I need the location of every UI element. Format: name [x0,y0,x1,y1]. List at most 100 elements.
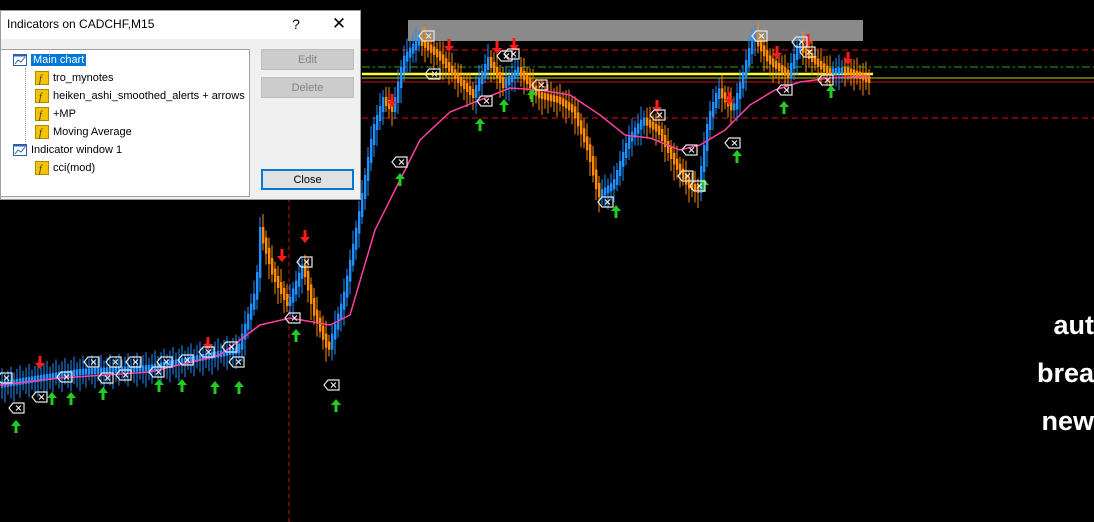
close-button[interactable]: Close [261,169,354,190]
candle-body [688,178,691,189]
candle-body [709,111,712,130]
candle-body [661,129,664,141]
candle-body [436,49,439,58]
candle-body [286,294,289,306]
tree-item-moving-average[interactable]: f Moving Average [35,124,132,140]
candle-body [613,179,616,190]
buy-arrow-icon [234,381,244,394]
tree-item-main-chart[interactable]: Main chart [13,52,87,68]
candle-body [523,70,526,81]
candle-body [430,44,433,53]
candle-body [658,125,661,135]
candle-body [76,369,79,376]
candle-body [655,123,658,132]
buy-arrow-icon [291,329,301,342]
tree-connector [25,68,27,142]
tree-item-tro-mynotes[interactable]: f tro_mynotes [35,70,114,86]
tree-item-heiken-ashi-smoothed-alerts-arrows[interactable]: f heiken_ashi_smoothed_alerts + arrows [35,88,245,104]
candle-body [262,227,265,244]
candle-body [349,259,352,282]
candle-body [769,55,772,65]
buy-arrow-icon [154,379,164,392]
candle-body [559,96,562,105]
candle-body [394,97,397,112]
indicator-tree[interactable]: Main chart f tro_mynotes f heiken_ashi_smoot… [0,49,250,197]
candle-body [844,67,847,74]
candle-body [382,97,385,112]
candle-body [571,104,574,113]
candle-body [706,124,709,151]
candle-body [298,272,301,287]
candle-body [649,119,652,128]
candle-body [457,73,460,83]
tree-item-indicator-window-1[interactable]: Indicator window 1 [13,142,122,158]
candle-body [505,79,508,88]
chart-window-icon [13,53,27,67]
candle-body [742,72,745,89]
candle-body [826,65,829,75]
buy-arrow-icon [826,85,836,98]
candle-body [316,309,319,324]
candle-body [853,69,856,77]
chart-window-icon [13,143,27,157]
candle-body [238,343,241,354]
candle-body [835,67,838,75]
candle-body [361,193,364,217]
candle-body [595,169,598,189]
exit-marker-icon [323,379,340,391]
candle-body [820,61,823,70]
candle-body [142,365,145,372]
candle-body [334,323,337,340]
candle-body [379,106,382,121]
overlay-text-line-3: new [1041,406,1094,436]
edit-button[interactable]: Edit [261,49,354,70]
candle-body [319,317,322,332]
candle-body [385,97,388,106]
candle-body [127,366,130,373]
buy-arrow-icon [475,118,485,131]
delete-button[interactable]: Delete [261,77,354,98]
candle-body [463,80,466,89]
candle-body [526,74,529,85]
candle-body [682,168,685,180]
candle-body [694,184,697,192]
candle-body [403,55,406,73]
tree-item-cci-mod-[interactable]: f cci(mod) [35,160,95,176]
dialog-title: Indicators on CADCHF,M15 [7,17,155,31]
candle-body [580,120,583,135]
candle-body [481,71,484,84]
candle-body [859,71,862,79]
tree-item-label: +MP [53,108,76,120]
candle-body [343,291,346,310]
help-button[interactable]: ? [286,14,306,34]
dialog-titlebar: Indicators on CADCHF,M15 ? ✕ [1,11,360,39]
candle-body [250,303,253,320]
buy-arrow-icon [66,392,76,405]
tree-item--mp[interactable]: f +MP [35,106,76,122]
candle-body [448,62,451,72]
candle-body [490,57,493,68]
candle-body [445,58,448,68]
candle-body [733,103,736,111]
candle-body [544,93,547,100]
candle-body [280,282,283,294]
candle-body [622,152,625,167]
candle-body [313,298,316,316]
candle-body [589,144,592,162]
candle-body [790,63,793,78]
tree-item-label: tro_mynotes [53,72,114,84]
buy-arrow-icon [98,387,108,400]
buy-arrow-icon [11,420,21,433]
candle-body [823,63,826,72]
candle-body [271,258,274,275]
candle-body [604,187,607,196]
candle-body [670,147,673,159]
candle-body [406,51,409,62]
candle-body [850,68,853,76]
candle-body [784,67,787,76]
candle-body [91,368,94,375]
candle-body [355,227,358,250]
candle-body [268,247,271,265]
candle-body [607,185,610,194]
close-x-button[interactable]: ✕ [327,14,351,34]
